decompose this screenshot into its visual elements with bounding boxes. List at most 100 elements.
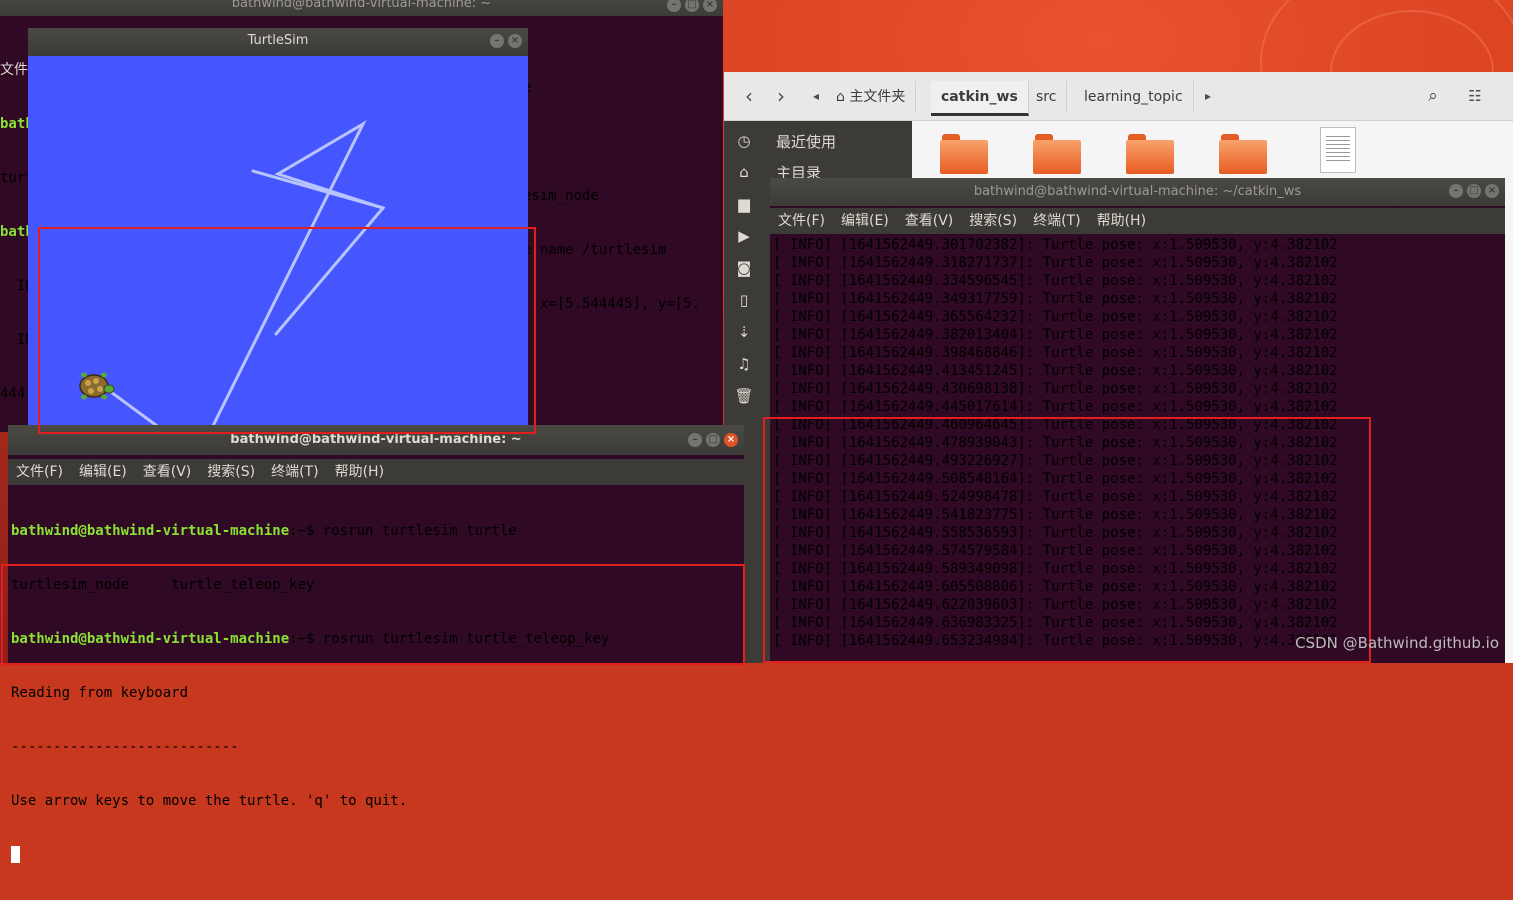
desktop-icon[interactable]: ▆: [734, 194, 754, 214]
teleop-terminal-title: bathwind@bathwind-virtual-machine: ~: [230, 432, 522, 447]
text-file-icon[interactable]: [1320, 127, 1356, 173]
term-line: : x=[5.544445], y=[5.: [523, 296, 701, 312]
log-line: [ INFO] [1641562449.558536593]: Turtle p…: [773, 525, 1338, 541]
turtlesim-window[interactable]: TurtleSim – ×: [28, 28, 528, 456]
back-terminal-titlebar[interactable]: bathwind@bathwind-virtual-machine: ~ – □…: [0, 0, 723, 16]
search-icon[interactable]: ⌕: [1418, 81, 1448, 111]
maximize-icon[interactable]: □: [685, 0, 699, 12]
turtlesim-title: TurtleSim: [247, 33, 309, 48]
command-text: rosrun turtlesim turtle: [322, 523, 517, 539]
path-right-icon[interactable]: ▸: [1200, 81, 1216, 111]
sidebar-item-recent[interactable]: 最近使用: [776, 131, 836, 152]
folder-icon[interactable]: [940, 134, 988, 174]
menu-view[interactable]: 查看(V): [903, 208, 956, 234]
menu-help[interactable]: 帮助(H): [1095, 208, 1148, 234]
log-line: [ INFO] [1641562449.589349098]: Turtle p…: [773, 561, 1338, 577]
prompt-suffix: :~$: [289, 631, 323, 647]
folder-icon[interactable]: [1126, 134, 1174, 174]
folder-icon[interactable]: [1219, 134, 1267, 174]
minimize-icon[interactable]: –: [667, 0, 681, 12]
prompt-suffix: :~$: [289, 523, 323, 539]
pose-terminal-window[interactable]: bathwind@bathwind-virtual-machine: ~/cat…: [770, 178, 1505, 663]
close-icon[interactable]: ×: [703, 0, 717, 12]
download-icon[interactable]: ⇣: [734, 322, 754, 342]
turtlesim-titlebar[interactable]: TurtleSim – ×: [28, 28, 528, 54]
pose-log: [ INFO] [1641562449.301702382]: Turtle p…: [773, 236, 1338, 650]
crumb-label: src: [1036, 89, 1057, 105]
command-text: rosrun turtlesim turtle_teleop_key: [322, 631, 610, 647]
view-list-icon[interactable]: ☷: [1460, 81, 1490, 111]
back-terminal-title: bathwind@bathwind-virtual-machine: ~: [231, 0, 492, 11]
menu-file[interactable]: 文件(F): [776, 208, 827, 234]
log-line: [ INFO] [1641562449.365564232]: Turtle p…: [773, 309, 1338, 325]
video-icon[interactable]: ▶: [734, 226, 754, 246]
music-icon[interactable]: ♫: [734, 354, 754, 374]
log-line: [ INFO] [1641562449.334596545]: Turtle p…: [773, 273, 1338, 289]
log-line: [ INFO] [1641562449.413451245]: Turtle p…: [773, 363, 1338, 379]
watermark: CSDN @Bathwind.github.io: [1295, 634, 1499, 652]
term-line: [11, 846, 609, 864]
menu-terminal[interactable]: 终端(T): [269, 459, 320, 485]
menu-search[interactable]: 搜索(S): [967, 208, 1019, 234]
log-line: [ INFO] [1641562449.493226927]: Turtle p…: [773, 453, 1338, 469]
log-line: [ INFO] [1641562449.349317759]: Turtle p…: [773, 291, 1338, 307]
close-icon[interactable]: ×: [724, 433, 738, 447]
pose-terminal-title: bathwind@bathwind-virtual-machine: ~/cat…: [973, 184, 1302, 199]
crumb-home[interactable]: ⌂ 主文件夹: [828, 81, 917, 113]
menu-edit[interactable]: 编辑(E): [839, 208, 891, 234]
term-line: Reading from keyboard: [11, 685, 189, 701]
log-line: [ INFO] [1641562449.653234984]: Turtle p…: [773, 633, 1338, 649]
log-line: [ INFO] [1641562449.541823775]: Turtle p…: [773, 507, 1338, 523]
close-icon[interactable]: ×: [1485, 184, 1499, 198]
home-icon[interactable]: ⌂: [734, 162, 754, 182]
pose-terminal-menubar: 文件(F) 编辑(E) 查看(V) 搜索(S) 终端(T) 帮助(H): [770, 208, 1505, 234]
minimize-icon[interactable]: –: [490, 34, 504, 48]
term-line: e name /turtlesim: [523, 242, 667, 258]
minimize-icon[interactable]: –: [1449, 184, 1463, 198]
menu-terminal[interactable]: 终端(T): [1031, 208, 1082, 234]
teleop-terminal-output[interactable]: bathwind@bathwind-virtual-machine:~$ ros…: [11, 486, 609, 900]
term-line: bathwind@bathwind-virtual-machine:~$ ros…: [11, 630, 609, 648]
camera-icon[interactable]: ◙: [734, 258, 754, 278]
maximize-icon[interactable]: □: [1467, 184, 1481, 198]
back-terminal-right-text: e esim_node e name /turtlesim : x=[5.544…: [523, 43, 700, 349]
file-manager-toolbar: ‹ › ◂ ⌂ 主文件夹 catkin_ws src learning_topi…: [724, 72, 1513, 121]
log-line: [ INFO] [1641562449.478939043]: Turtle p…: [773, 435, 1338, 451]
log-line: [ INFO] [1641562449.398468846]: Turtle p…: [773, 345, 1338, 361]
crumb-home-label: 主文件夹: [849, 89, 906, 105]
close-icon[interactable]: ×: [508, 34, 522, 48]
crumb-catkin-ws[interactable]: catkin_ws: [931, 81, 1029, 116]
recent-icon[interactable]: ◷: [734, 131, 754, 151]
log-line: [ INFO] [1641562449.636983325]: Turtle p…: [773, 615, 1338, 631]
term-line: bathwind@bathwind-virtual-machine:~$ ros…: [11, 522, 609, 540]
trash-icon[interactable]: 🗑: [734, 386, 754, 406]
document-icon[interactable]: ▯: [734, 290, 754, 310]
log-line: [ INFO] [1641562449.382013404]: Turtle p…: [773, 327, 1338, 343]
minimize-icon[interactable]: –: [688, 433, 702, 447]
teleop-terminal-titlebar[interactable]: bathwind@bathwind-virtual-machine: ~ – □…: [8, 425, 744, 455]
crumb-src[interactable]: src: [1026, 81, 1068, 113]
crumb-learning-topic[interactable]: learning_topic: [1074, 81, 1194, 113]
menu-file[interactable]: 文件(F): [14, 459, 65, 485]
term-line: ---------------------------: [11, 739, 239, 755]
log-line: [ INFO] [1641562449.318271737]: Turtle p…: [773, 255, 1338, 271]
term-line: [523, 133, 700, 151]
log-line: [ INFO] [1641562449.605508806]: Turtle p…: [773, 579, 1338, 595]
home-icon: ⌂: [836, 89, 845, 105]
maximize-icon[interactable]: □: [706, 433, 720, 447]
path-left-icon[interactable]: ◂: [808, 81, 824, 111]
pose-terminal-titlebar[interactable]: bathwind@bathwind-virtual-machine: ~/cat…: [770, 178, 1505, 206]
turtlesim-canvas: [28, 56, 528, 456]
folder-icon[interactable]: [1033, 134, 1081, 174]
menu-edit[interactable]: 编辑(E): [77, 459, 129, 485]
menu-search[interactable]: 搜索(S): [205, 459, 257, 485]
menu-help[interactable]: 帮助(H): [333, 459, 386, 485]
back-arrow-icon[interactable]: ‹: [734, 81, 764, 111]
crumb-label: catkin_ws: [941, 89, 1018, 105]
prompt-user: bathwind@bathwind-virtual-machine: [11, 631, 290, 647]
term-line: esim_node: [523, 188, 599, 204]
forward-arrow-icon[interactable]: ›: [766, 81, 796, 111]
teleop-terminal-window[interactable]: bathwind@bathwind-virtual-machine: ~ – □…: [8, 425, 744, 863]
menu-view[interactable]: 查看(V): [141, 459, 194, 485]
log-line: [ INFO] [1641562449.622039603]: Turtle p…: [773, 597, 1338, 613]
